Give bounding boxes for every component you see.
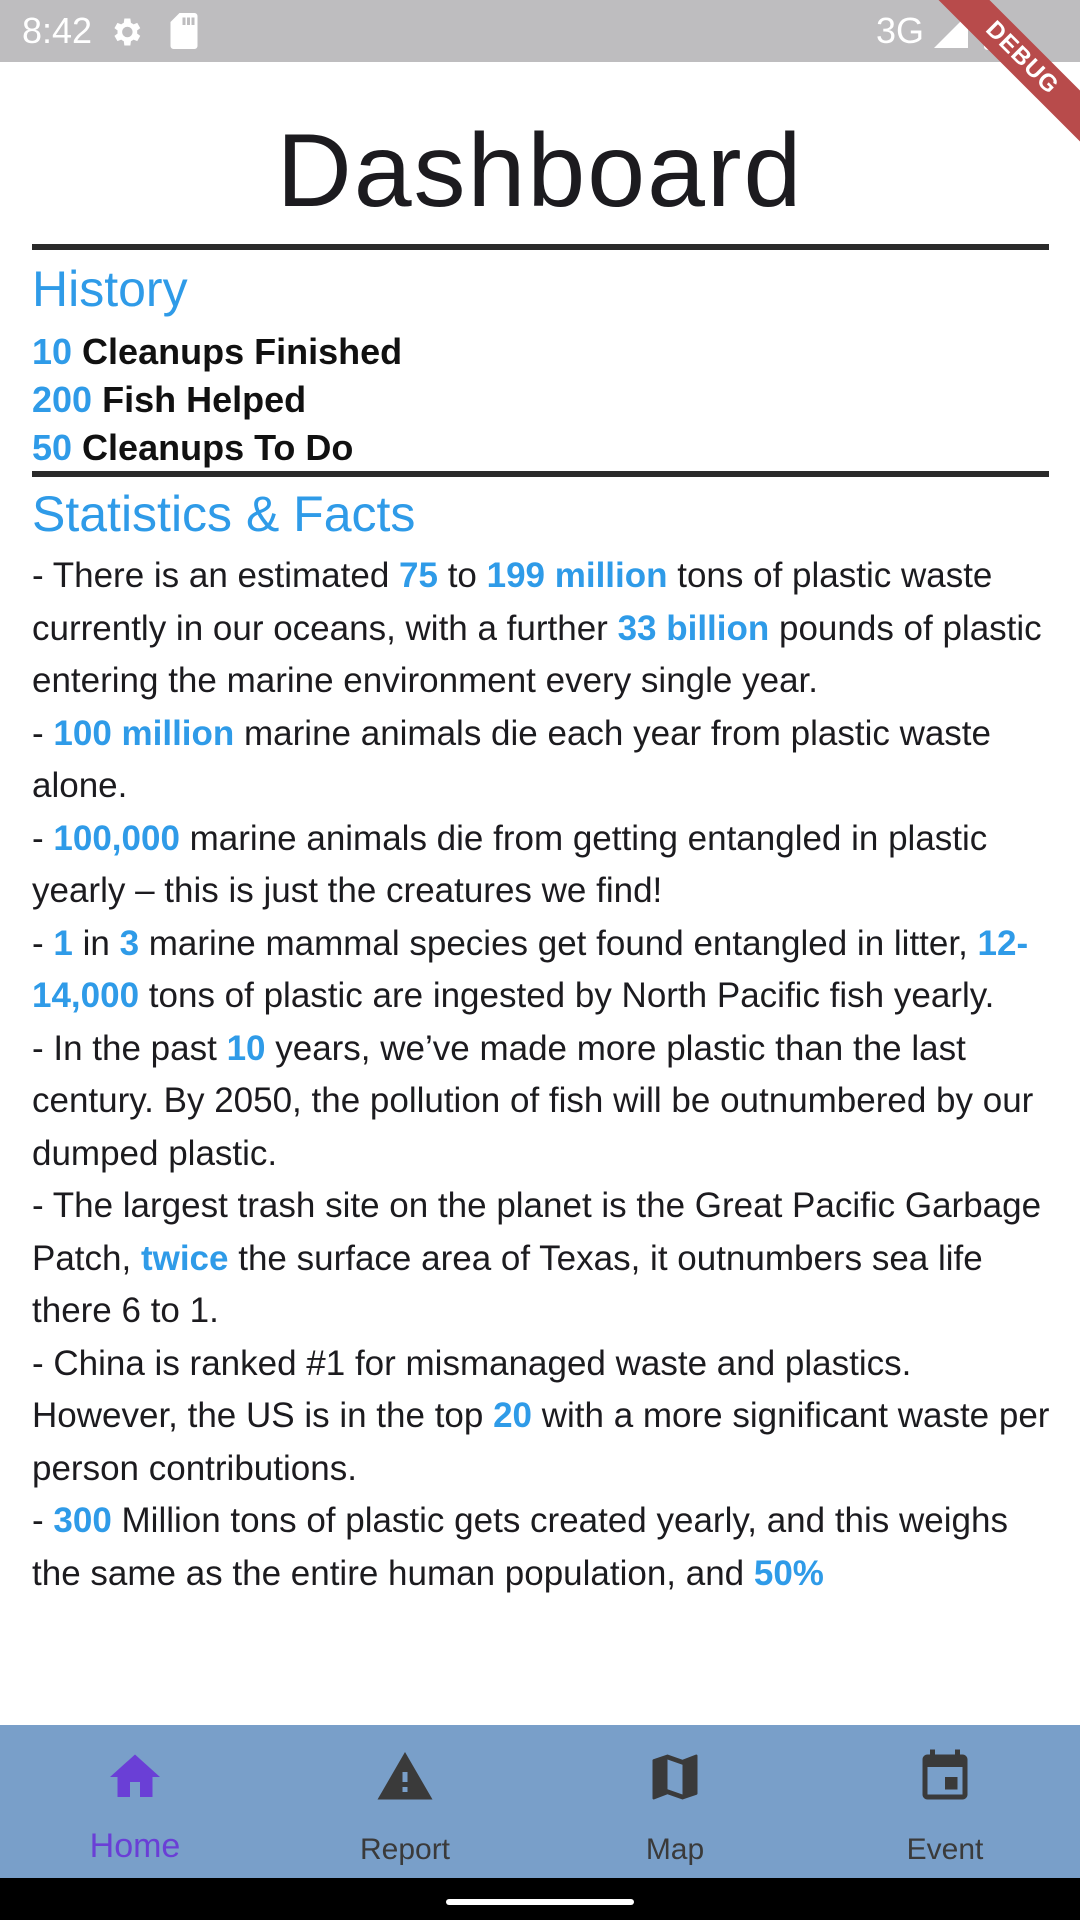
home-gesture-handle[interactable] (446, 1899, 634, 1905)
network-type-label: 3G (876, 10, 925, 51)
facts-list: - There is an estimated 75 to 199 millio… (32, 550, 1057, 1600)
fact-highlight: 1 (53, 923, 73, 963)
sd-card-icon (170, 13, 198, 49)
fact-item: - 300 Million tons of plastic gets creat… (32, 1495, 1057, 1600)
calendar-icon (922, 1749, 968, 1800)
history-title: History (32, 261, 188, 317)
fact-text: - (32, 818, 54, 858)
history-value: 50 (32, 427, 73, 468)
nav-item-report[interactable]: Report (270, 1725, 540, 1878)
nav-label-report: Report (359, 1833, 451, 1866)
fact-text: - (32, 713, 54, 753)
fact-highlight: 33 billion (617, 608, 770, 648)
page-title: Dashboard (276, 113, 804, 229)
fact-item: - 1 in 3 marine mammal species get found… (32, 918, 1057, 1023)
fact-highlight: twice (140, 1238, 229, 1278)
fact-item: - The largest trash site on the planet i… (32, 1180, 1057, 1338)
fact-text: - There is an estimated (32, 556, 400, 595)
fact-highlight: 300 (53, 1501, 112, 1540)
fact-text: - (32, 1501, 54, 1540)
nav-label-home: Home (89, 1827, 181, 1865)
fact-text: in (72, 923, 120, 963)
nav-item-event[interactable]: Event (810, 1725, 1080, 1878)
fact-highlight: 100,000 (53, 818, 180, 858)
fact-text: - (32, 923, 54, 963)
history-label: Cleanups Finished (72, 331, 403, 372)
bottom-nav: Home Report Map Event (0, 1725, 1080, 1878)
gear-icon (114, 18, 141, 46)
fact-item: - China is ranked #1 for mismanaged wast… (32, 1338, 1057, 1496)
fact-text: - In the past (32, 1028, 227, 1068)
stats-title: Statistics & Facts (32, 486, 416, 542)
fact-highlight: 10 (226, 1028, 266, 1068)
history-label: Cleanups To Do (72, 427, 354, 468)
status-bar: 8:42 3G (0, 0, 1080, 62)
fact-highlight: 199 million (486, 556, 668, 595)
nav-item-map[interactable]: Map (540, 1725, 810, 1878)
fact-highlight: 3 (119, 923, 140, 963)
nav-item-home[interactable]: Home (0, 1725, 270, 1878)
fact-item: - 100 million marine animals die each ye… (32, 708, 1057, 813)
fact-text: to (437, 556, 487, 595)
title-divider (32, 244, 1049, 250)
status-time: 8:42 (22, 10, 93, 51)
fact-text: Million tons of plastic gets created yea… (32, 1501, 1008, 1593)
map-icon (652, 1754, 698, 1800)
nav-label-map: Map (645, 1833, 705, 1866)
warning-icon (377, 1752, 433, 1800)
nav-label-event: Event (906, 1833, 984, 1866)
history-value: 10 (32, 331, 73, 372)
fact-item: - In the past 10 years, we’ve made more … (32, 1023, 1057, 1181)
fact-highlight: 20 (493, 1396, 533, 1435)
fact-highlight: 100 million (53, 713, 235, 753)
history-row-cleanups-to-do: 50 Cleanups To Do (32, 424, 353, 472)
history-value: 200 (32, 379, 93, 420)
history-row-cleanups-finished: 10 Cleanups Finished (32, 328, 402, 376)
fact-text: tons of plastic are ingested by North Pa… (139, 976, 995, 1015)
history-divider (32, 471, 1049, 477)
history-label: Fish Helped (92, 379, 307, 420)
fact-item: - 100,000 marine animals die from gettin… (32, 813, 1057, 918)
fact-text: marine mammal species get found entangle… (139, 923, 978, 963)
fact-highlight: 50% (753, 1553, 824, 1593)
home-icon (110, 1754, 160, 1797)
system-navigation-bar (0, 1878, 1080, 1920)
fact-item: - There is an estimated 75 to 199 millio… (32, 550, 1057, 708)
dashboard-content[interactable]: Dashboard History 10 Cleanups Finished 2… (0, 62, 1080, 1725)
fact-highlight: 75 (399, 556, 438, 595)
history-row-fish-helped: 200 Fish Helped (32, 376, 306, 424)
